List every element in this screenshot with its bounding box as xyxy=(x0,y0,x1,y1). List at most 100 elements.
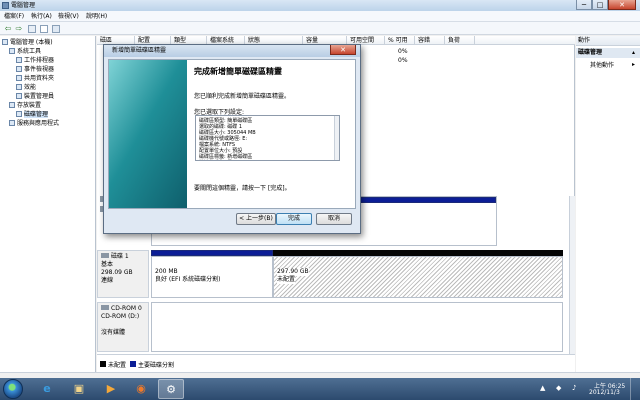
tree-item[interactable]: 系統工具 xyxy=(9,47,41,56)
tree-item-label: 服務與應用程式 xyxy=(17,120,60,127)
disk-name: CD-ROM 0 xyxy=(111,305,142,312)
wizard-body: 完成新增簡單磁碟區精靈 您已順利完成新增簡單磁碟區精靈。 您已選取下列設定: 磁… xyxy=(108,59,356,209)
disk-status: 連線 xyxy=(101,277,114,284)
menu-help[interactable]: 說明(H) xyxy=(86,11,107,22)
tree-item[interactable]: 工作排程器 xyxy=(16,56,54,65)
tree-node-icon xyxy=(9,48,15,54)
wizard-close-button[interactable]: ✕ xyxy=(330,45,356,55)
more-actions-arrow-icon: ▸ xyxy=(632,61,636,68)
app-icon xyxy=(2,2,9,9)
show-desktop-button[interactable] xyxy=(630,378,640,400)
column-header[interactable]: % 可用 xyxy=(385,36,415,45)
menu-view[interactable]: 檢視(V) xyxy=(58,11,79,22)
media-player-taskbar-icon[interactable]: ▶ xyxy=(98,379,124,399)
console-tree-icon[interactable] xyxy=(28,25,36,33)
wizard-close-message: 要關閉這個精靈，請按一下 [完成]。 xyxy=(194,185,291,192)
cdrom-0-label[interactable]: CD-ROM 0 CD-ROM (D:) 沒有媒體 xyxy=(97,302,149,352)
cancel-button[interactable]: 取消 xyxy=(316,213,352,225)
tree-node-icon xyxy=(9,120,15,126)
back-button[interactable]: < 上一步(B) xyxy=(236,213,276,225)
tree-node-icon xyxy=(16,66,22,72)
clock-date[interactable]: 2012/11/3 xyxy=(589,389,620,396)
tree-node-icon xyxy=(16,57,22,63)
tree-item[interactable]: 服務與應用程式 xyxy=(9,119,59,128)
explorer-taskbar-icon[interactable]: ▣ xyxy=(66,379,92,399)
volume-row-free-pct[interactable]: 0% xyxy=(398,56,408,65)
menu-bar: 檔案(F) 執行(A) 檢視(V) 說明(H) xyxy=(0,11,640,22)
more-actions-link[interactable]: 其他動作 xyxy=(590,61,614,70)
tree-item[interactable]: 磁碟管理 xyxy=(16,110,49,119)
legend: 未配置 主要磁碟分割 xyxy=(97,354,575,372)
tree-item-label: 系統工具 xyxy=(17,48,42,55)
disk-type: 基本 xyxy=(101,261,114,268)
column-header[interactable]: 容錯 xyxy=(415,36,445,45)
tree-item-label: 效能 xyxy=(24,84,37,91)
menu-action[interactable]: 執行(A) xyxy=(31,11,52,22)
volume-tray-icon[interactable]: ♪ xyxy=(572,385,579,392)
partition-desc: 未配置 xyxy=(277,276,296,284)
partition-size: 200 MB xyxy=(155,268,178,275)
computer-management-taskbar-icon[interactable]: ⚙ xyxy=(158,379,184,399)
close-button[interactable]: ✕ xyxy=(608,0,636,10)
tree-item[interactable]: 效能 xyxy=(16,83,36,92)
wizard-title[interactable]: 新增簡單磁碟區精靈 xyxy=(104,45,360,57)
finish-button[interactable]: 完成 xyxy=(276,213,312,225)
vertical-scrollbar[interactable] xyxy=(569,196,575,354)
minimize-button[interactable]: ─ xyxy=(576,0,592,10)
taskbar: e ▣ ▶ ◉ ⚙ ▲ ◆ ♪ 上午 06:25 2012/11/3 xyxy=(0,378,640,400)
ie-taskbar-icon[interactable]: e xyxy=(34,379,60,399)
disk-status: 沒有媒體 xyxy=(101,329,126,336)
maximize-button[interactable]: □ xyxy=(592,0,608,10)
unallocated-partition[interactable]: 297.90 GB 未配置 xyxy=(273,250,563,298)
cdrom-icon xyxy=(101,305,109,310)
window-title: 電腦管理 xyxy=(11,2,36,9)
tree-node-icon xyxy=(16,111,22,117)
efi-partition[interactable]: 200 MB 良好 (EFI 系統磁碟分割) xyxy=(151,250,273,298)
disk-size: 298.09 GB xyxy=(101,269,133,276)
back-arrow-icon[interactable]: ⇦ xyxy=(3,24,13,33)
firefox-taskbar-icon[interactable]: ◉ xyxy=(128,379,154,399)
tree-item[interactable]: 存放裝置 xyxy=(9,101,41,110)
legend-primary-swatch xyxy=(130,361,136,367)
tree-item[interactable]: 共用資料夾 xyxy=(16,74,54,83)
tree-node-icon xyxy=(16,75,22,81)
toolbar: ⇦ ⇨ xyxy=(0,22,640,35)
title-bar[interactable]: 電腦管理 ─ □ ✕ xyxy=(0,0,640,11)
actions-section-disk-management[interactable]: 磁碟管理 ▴ xyxy=(576,48,640,58)
tree-item-label: 共用資料夾 xyxy=(24,75,55,82)
volume-row-free-pct[interactable]: 0% xyxy=(398,47,408,56)
disk-name: 磁碟 1 xyxy=(111,253,129,260)
wizard-heading: 完成新增簡單磁碟區精靈 xyxy=(194,67,282,76)
windows-start-icon[interactable] xyxy=(3,379,23,399)
console-tree: 電腦管理 (本機) 系統工具 工作排程器 事件檢視器 共用資料夾效能裝置管理員存放裝置磁… xyxy=(0,36,96,372)
tree-item[interactable]: 事件檢視器 xyxy=(16,65,54,74)
menu-file[interactable]: 檔案(F) xyxy=(4,11,24,22)
cdrom-volume-area xyxy=(151,302,563,352)
network-tray-icon[interactable]: ◆ xyxy=(556,385,563,392)
settings-lines: 磁碟區類型: 簡單磁碟區 選取的磁碟: 磁碟 1 磁碟區大小: 305044 MB 磁… xyxy=(199,118,336,161)
help-icon[interactable] xyxy=(52,25,60,33)
legend-unallocated-label: 未配置 xyxy=(108,362,127,369)
wizard-side-graphic xyxy=(109,60,187,208)
wizard-settings-list[interactable]: 磁碟區類型: 簡單磁碟區 選取的磁碟: 磁碟 1 磁碟區大小: 305044 MB 磁… xyxy=(195,115,340,161)
tray-expand-icon[interactable]: ▲ xyxy=(540,385,547,392)
settings-scrollbar[interactable] xyxy=(334,116,339,160)
tree-node-icon xyxy=(2,39,8,45)
wizard-intro: 您已順利完成新增簡單磁碟區精靈。 xyxy=(194,93,291,100)
new-simple-volume-wizard: 新增簡單磁碟區精靈 ✕ 完成新增簡單磁碟區精靈 您已順利完成新增簡單磁碟區精靈。… xyxy=(103,44,361,234)
tree-item-label: 存放裝置 xyxy=(17,102,42,109)
legend-primary-label: 主要磁碟分割 xyxy=(138,362,175,369)
tree-node-icon xyxy=(9,102,15,108)
forward-arrow-icon[interactable]: ⇨ xyxy=(14,24,24,33)
disk-1-label[interactable]: 磁碟 1 基本 298.09 GB 連線 xyxy=(97,250,149,298)
partition-size: 297.90 GB xyxy=(277,268,309,276)
setting-line: 快速格式化: 是 xyxy=(199,160,336,161)
column-header[interactable]: 負荷 xyxy=(445,36,475,45)
tree-item-label: 電腦管理 (本機) xyxy=(10,39,53,46)
tree-item-label: 磁碟管理 xyxy=(24,111,49,118)
properties-icon[interactable] xyxy=(40,25,48,33)
tree-item[interactable]: 電腦管理 (本機) xyxy=(2,38,53,47)
tree-node-icon xyxy=(16,93,22,99)
tree-item-label: 裝置管理員 xyxy=(24,93,55,100)
tree-item[interactable]: 裝置管理員 xyxy=(16,92,54,101)
